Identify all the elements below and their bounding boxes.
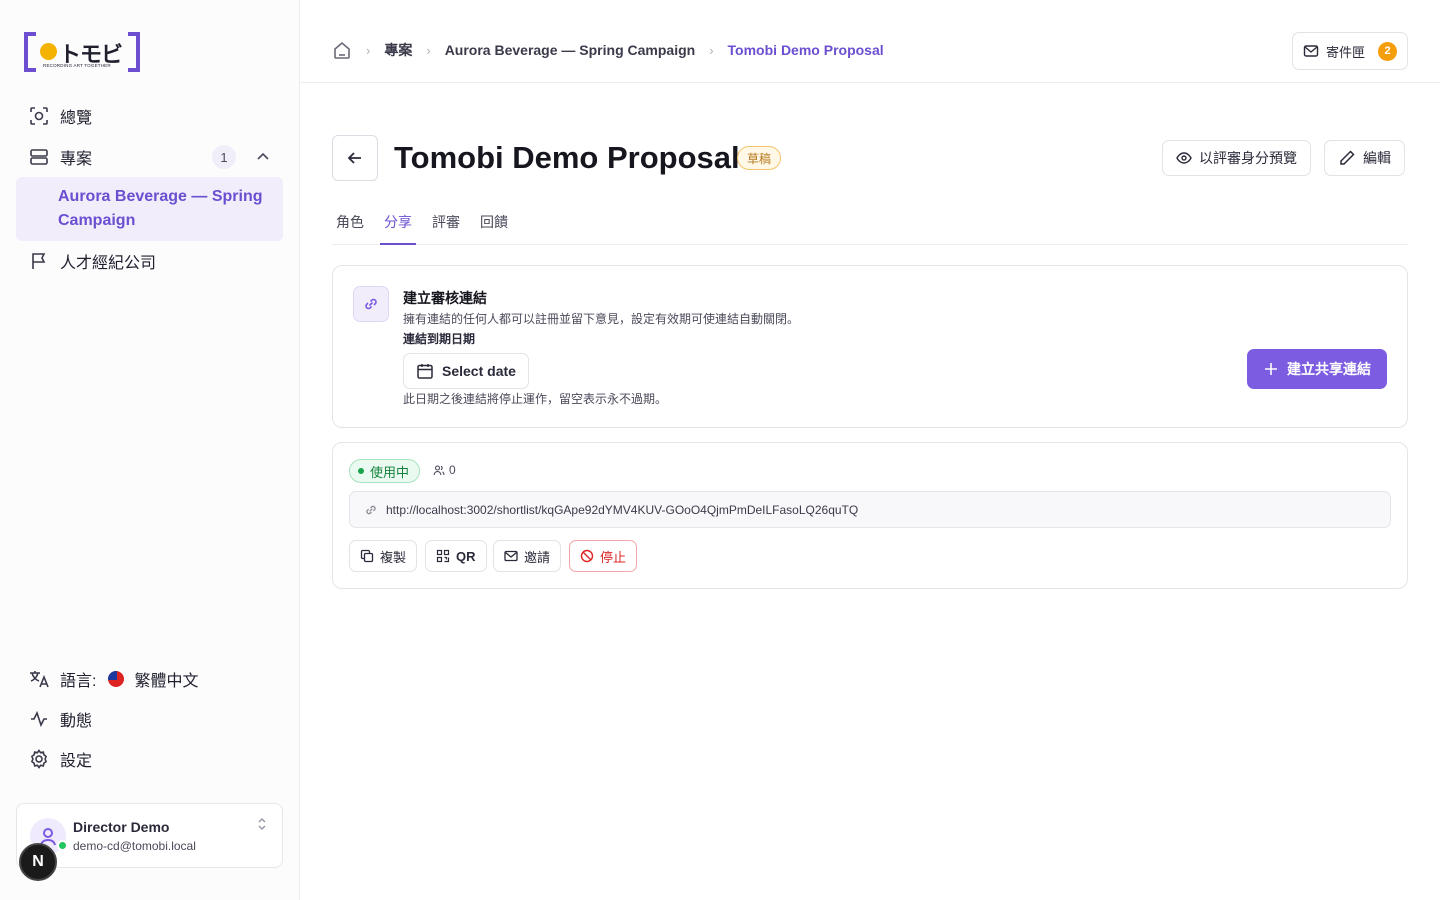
translate-icon <box>28 668 50 690</box>
eye-icon <box>1176 150 1192 166</box>
preview-label: 以評審身分預覽 <box>1199 150 1297 166</box>
tab-share[interactable]: 分享 <box>380 212 416 245</box>
chevrons-up-down-icon <box>256 816 268 837</box>
logo-bracket-left <box>24 32 36 72</box>
back-button[interactable] <box>332 135 378 181</box>
share-link-card: 使用中 0 http://localhost:3002/shortlist/kq… <box>332 442 1408 589</box>
chevron-right-icon: › <box>366 42 371 58</box>
projects-icon <box>28 146 50 168</box>
breadcrumb: › 專案 › Aurora Beverage — Spring Campaign… <box>332 40 884 60</box>
tab-bar: 角色 分享 評審 回饋 <box>332 212 1408 245</box>
sidebar-item-activity[interactable]: 動態 <box>16 705 284 733</box>
calendar-icon <box>416 362 434 380</box>
ban-icon <box>580 549 594 563</box>
viewer-count: 0 <box>433 463 456 477</box>
sidebar-item-label: 動態 <box>60 713 93 730</box>
sidebar-item-label: 人才經紀公司 <box>60 255 157 272</box>
online-status-dot <box>57 840 68 851</box>
tab-reviews[interactable]: 評審 <box>428 212 464 245</box>
projects-count-badge: 1 <box>212 145 236 169</box>
tab-roles[interactable]: 角色 <box>332 212 368 245</box>
page-title: Tomobi Demo Proposal <box>394 140 740 175</box>
inbox-label: 寄件匣 <box>1326 44 1366 60</box>
sidebar-item-settings[interactable]: 設定 <box>16 745 284 773</box>
copy-link-button[interactable]: 複製 <box>349 540 418 572</box>
logo-tagline: RECORDING ART TOGETHER <box>43 63 111 68</box>
mail-icon <box>1303 43 1319 59</box>
sidebar-item-label: 設定 <box>60 753 93 770</box>
user-name: Director Demo <box>73 819 170 835</box>
link-status-badge: 使用中 <box>349 459 421 483</box>
card-description: 擁有連結的任何人都可以註冊並留下意見，設定有效期可使連結自動關閉。 <box>403 312 800 326</box>
pencil-icon <box>1338 149 1356 167</box>
inbox-count-badge: 2 <box>1378 41 1397 61</box>
user-email: demo-cd@tomobi.local <box>73 839 196 853</box>
status-dot <box>358 468 364 474</box>
expiry-hint: 此日期之後連結將停止運作，留空表示永不過期。 <box>403 392 668 406</box>
top-bar: › 專案 › Aurora Beverage — Spring Campaign… <box>300 0 1440 83</box>
edit-label: 編輯 <box>1363 150 1391 166</box>
language-label: 語言: <box>60 673 97 690</box>
qr-label: QR <box>456 548 476 564</box>
link-icon <box>353 286 389 322</box>
breadcrumb-projects[interactable]: 專案 <box>384 40 412 60</box>
sidebar-item-agencies[interactable]: 人才經紀公司 <box>16 247 284 275</box>
language-value: 繁體中文 <box>134 673 199 690</box>
breadcrumb-current: Tomobi Demo Proposal <box>727 42 884 58</box>
users-icon <box>433 464 445 476</box>
sidebar-item-label: 專案 <box>60 151 93 168</box>
stop-link-button[interactable]: 停止 <box>569 540 638 572</box>
inbox-button[interactable]: 寄件匣 2 <box>1292 32 1408 70</box>
expiry-date-label: 連結到期日期 <box>403 332 476 346</box>
create-share-link-label: 建立共享連結 <box>1287 361 1371 377</box>
link-icon <box>364 503 378 517</box>
sidebar: トモビ RECORDING ART TOGETHER 總覽 專案 1 Auror… <box>0 0 300 900</box>
expiry-date-picker[interactable]: Select date <box>403 353 529 389</box>
chevron-right-icon: › <box>709 42 714 58</box>
preview-as-reviewer-button[interactable]: 以評審身分預覽 <box>1162 140 1311 176</box>
chevron-up-icon[interactable] <box>254 148 272 166</box>
date-placeholder: Select date <box>442 363 516 379</box>
sidebar-subitem-aurora-campaign[interactable]: Aurora Beverage — Spring Campaign <box>16 177 283 241</box>
create-review-link-card: 建立審核連結 擁有連結的任何人都可以註冊並留下意見，設定有效期可使連結自動關閉。… <box>332 265 1408 428</box>
logo-dot <box>40 43 57 60</box>
activity-icon <box>28 708 50 730</box>
copy-label: 複製 <box>380 549 407 565</box>
overview-icon <box>28 105 50 127</box>
arrow-left-icon <box>345 148 365 168</box>
taiwan-flag-icon <box>108 671 125 687</box>
copy-icon <box>360 549 374 563</box>
plus-icon <box>1263 361 1279 377</box>
mail-icon <box>504 549 518 563</box>
breadcrumb-campaign[interactable]: Aurora Beverage — Spring Campaign <box>445 42 696 58</box>
sidebar-item-overview[interactable]: 總覽 <box>16 102 284 130</box>
sidebar-item-label: 總覽 <box>60 110 93 127</box>
invite-label: 邀請 <box>524 549 551 565</box>
tab-feedback[interactable]: 回饋 <box>476 212 512 245</box>
viewer-count-value: 0 <box>449 463 456 477</box>
logo-bracket-right <box>128 32 140 72</box>
edit-button[interactable]: 編輯 <box>1324 140 1405 176</box>
sidebar-item-projects[interactable]: 專案 1 <box>16 143 284 171</box>
stop-label: 停止 <box>600 549 627 565</box>
dev-tools-button[interactable]: N <box>19 843 57 881</box>
share-url: http://localhost:3002/shortlist/kqGApe92… <box>386 502 859 517</box>
status-badge: 草稿 <box>737 146 782 170</box>
invite-button[interactable]: 邀請 <box>493 540 562 572</box>
link-status-label: 使用中 <box>370 464 410 480</box>
language-switcher[interactable]: 語言: 繁體中文 <box>16 665 284 693</box>
home-icon[interactable] <box>332 40 352 60</box>
gear-icon <box>28 748 50 770</box>
create-share-link-button[interactable]: 建立共享連結 <box>1247 349 1387 389</box>
flag-icon <box>28 250 50 272</box>
qr-code-icon <box>436 549 450 563</box>
card-title: 建立審核連結 <box>403 290 487 306</box>
qr-code-button[interactable]: QR <box>425 540 487 572</box>
share-url-field[interactable]: http://localhost:3002/shortlist/kqGApe92… <box>349 491 1391 528</box>
tomobi-logo[interactable]: トモビ RECORDING ART TOGETHER <box>24 32 140 72</box>
chevron-right-icon: › <box>426 42 431 58</box>
